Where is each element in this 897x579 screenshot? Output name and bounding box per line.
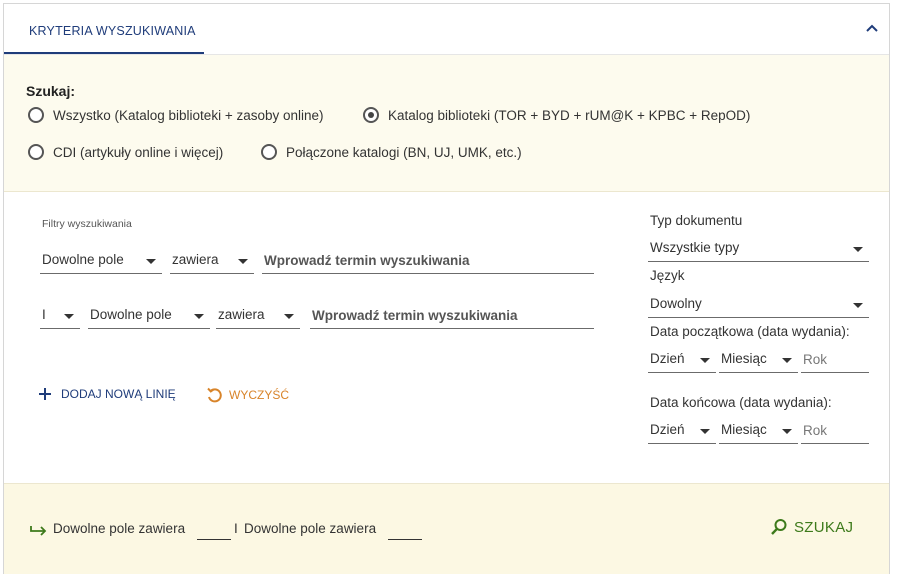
language-label: Język: [650, 268, 685, 283]
caret-down-icon: [284, 314, 294, 319]
radio-library-catalog[interactable]: Katalog biblioteki (TOR + BYD + rUM@K + …: [363, 107, 750, 123]
caret-down-icon: [700, 358, 710, 363]
caret-down-icon: [64, 314, 74, 319]
boolean-select-value: I: [42, 307, 46, 322]
radio-union-catalogs[interactable]: Połączone katalogi (BN, UJ, UMK, etc.): [261, 144, 522, 160]
query-summary-bool: I: [234, 521, 238, 536]
doc-type-label: Typ dokumentu: [650, 213, 743, 228]
field-select-value: Dowolne pole: [42, 252, 124, 267]
day-value: Dzień: [650, 351, 685, 366]
radio-library-catalog-label: Katalog biblioteki (TOR + BYD + rUM@K + …: [388, 107, 751, 123]
add-new-line-button[interactable]: DODAJ NOWĄ LINIĘ: [38, 387, 176, 401]
radio-all-label: Wszystko (Katalog biblioteki + zasoby on…: [53, 107, 324, 123]
search-term-input-2[interactable]: [310, 303, 594, 329]
start-date-label: Data początkowa (data wydania):: [650, 324, 850, 339]
caret-down-icon: [853, 303, 863, 308]
tab-label: KRYTERIA WYSZUKIWANIA: [29, 24, 196, 38]
start-day-select[interactable]: Dzień: [648, 347, 716, 373]
radio-selected-icon[interactable]: [363, 107, 379, 123]
end-year-input[interactable]: [801, 418, 869, 444]
caret-down-icon: [853, 247, 863, 252]
search-button-label: SZUKAJ: [794, 518, 854, 536]
caret-down-icon: [146, 259, 156, 264]
end-year-field[interactable]: [801, 418, 869, 442]
clear-button[interactable]: WYCZYŚĆ: [205, 386, 289, 404]
undo-arrow-icon: [207, 387, 222, 403]
tab-search-criteria[interactable]: KRYTERIA WYSZUKIWANIA: [4, 4, 204, 54]
query-summary-part1: Dowolne pole zawiera: [53, 521, 186, 536]
query-summary-blank-1: [197, 539, 231, 540]
clear-label: WYCZYŚĆ: [229, 388, 289, 402]
collapse-chevron-up-icon[interactable]: [862, 18, 882, 38]
start-year-input[interactable]: [801, 347, 869, 373]
search-footer: Dowolne pole zawiera I Dowolne pole zawi…: [4, 483, 889, 574]
field-select-1[interactable]: Dowolne pole: [40, 248, 162, 274]
field-select-2[interactable]: Dowolne pole: [88, 303, 210, 329]
search-term-field-1[interactable]: [262, 248, 594, 272]
search-scope-label: Szukaj:: [26, 83, 76, 99]
caret-down-icon: [238, 259, 248, 264]
day-value: Dzień: [650, 422, 685, 437]
end-month-select[interactable]: Miesiąc: [719, 418, 798, 444]
radio-circle-icon[interactable]: [28, 107, 44, 123]
search-criteria-panel: KRYTERIA WYSZUKIWANIA Szukaj: Wszystko (…: [3, 3, 890, 574]
search-term-input-1[interactable]: [262, 248, 594, 274]
caret-down-icon: [782, 358, 792, 363]
search-term-field-2[interactable]: [310, 303, 594, 327]
search-scope-section: Szukaj: Wszystko (Katalog biblioteki + z…: [4, 55, 889, 192]
month-value: Miesiąc: [721, 422, 767, 437]
radio-union-catalogs-label: Połączone katalogi (BN, UJ, UMK, etc.): [286, 144, 522, 160]
filters-title: Filtry wyszukiwania: [42, 218, 132, 230]
add-new-line-label: DODAJ NOWĄ LINIĘ: [61, 387, 176, 401]
caret-down-icon: [700, 429, 710, 434]
search-button[interactable]: SZUKAJ: [770, 518, 853, 536]
arrow-right-icon: [30, 526, 47, 536]
radio-cdi[interactable]: CDI (artykuły online i więcej): [28, 144, 223, 160]
field-select-value: Dowolne pole: [90, 307, 172, 322]
doc-type-select[interactable]: Wszystkie typy: [648, 236, 869, 262]
radio-all[interactable]: Wszystko (Katalog biblioteki + zasoby on…: [28, 107, 324, 123]
caret-down-icon: [782, 429, 792, 434]
boolean-select-2[interactable]: I: [40, 303, 80, 329]
language-value: Dowolny: [650, 296, 702, 311]
month-value: Miesiąc: [721, 351, 767, 366]
start-month-select[interactable]: Miesiąc: [719, 347, 798, 373]
operator-select-value: zawiera: [172, 252, 219, 267]
panel-header: KRYTERIA WYSZUKIWANIA: [4, 4, 889, 55]
end-date-label: Data końcowa (data wydania):: [650, 395, 832, 410]
language-select[interactable]: Dowolny: [648, 292, 869, 318]
end-day-select[interactable]: Dzień: [648, 418, 716, 444]
radio-circle-icon[interactable]: [261, 144, 277, 160]
caret-down-icon: [194, 314, 204, 319]
query-summary-part2: Dowolne pole zawiera: [244, 521, 377, 536]
start-year-field[interactable]: [801, 347, 869, 371]
radio-cdi-label: CDI (artykuły online i więcej): [53, 144, 224, 160]
operator-select-value: zawiera: [218, 307, 265, 322]
operator-select-1[interactable]: zawiera: [170, 248, 254, 274]
operator-select-2[interactable]: zawiera: [216, 303, 300, 329]
query-summary-blank-2: [388, 539, 422, 540]
search-icon: [771, 519, 787, 535]
plus-icon: [39, 388, 51, 400]
radio-circle-icon[interactable]: [28, 144, 44, 160]
doc-type-value: Wszystkie typy: [650, 240, 740, 255]
